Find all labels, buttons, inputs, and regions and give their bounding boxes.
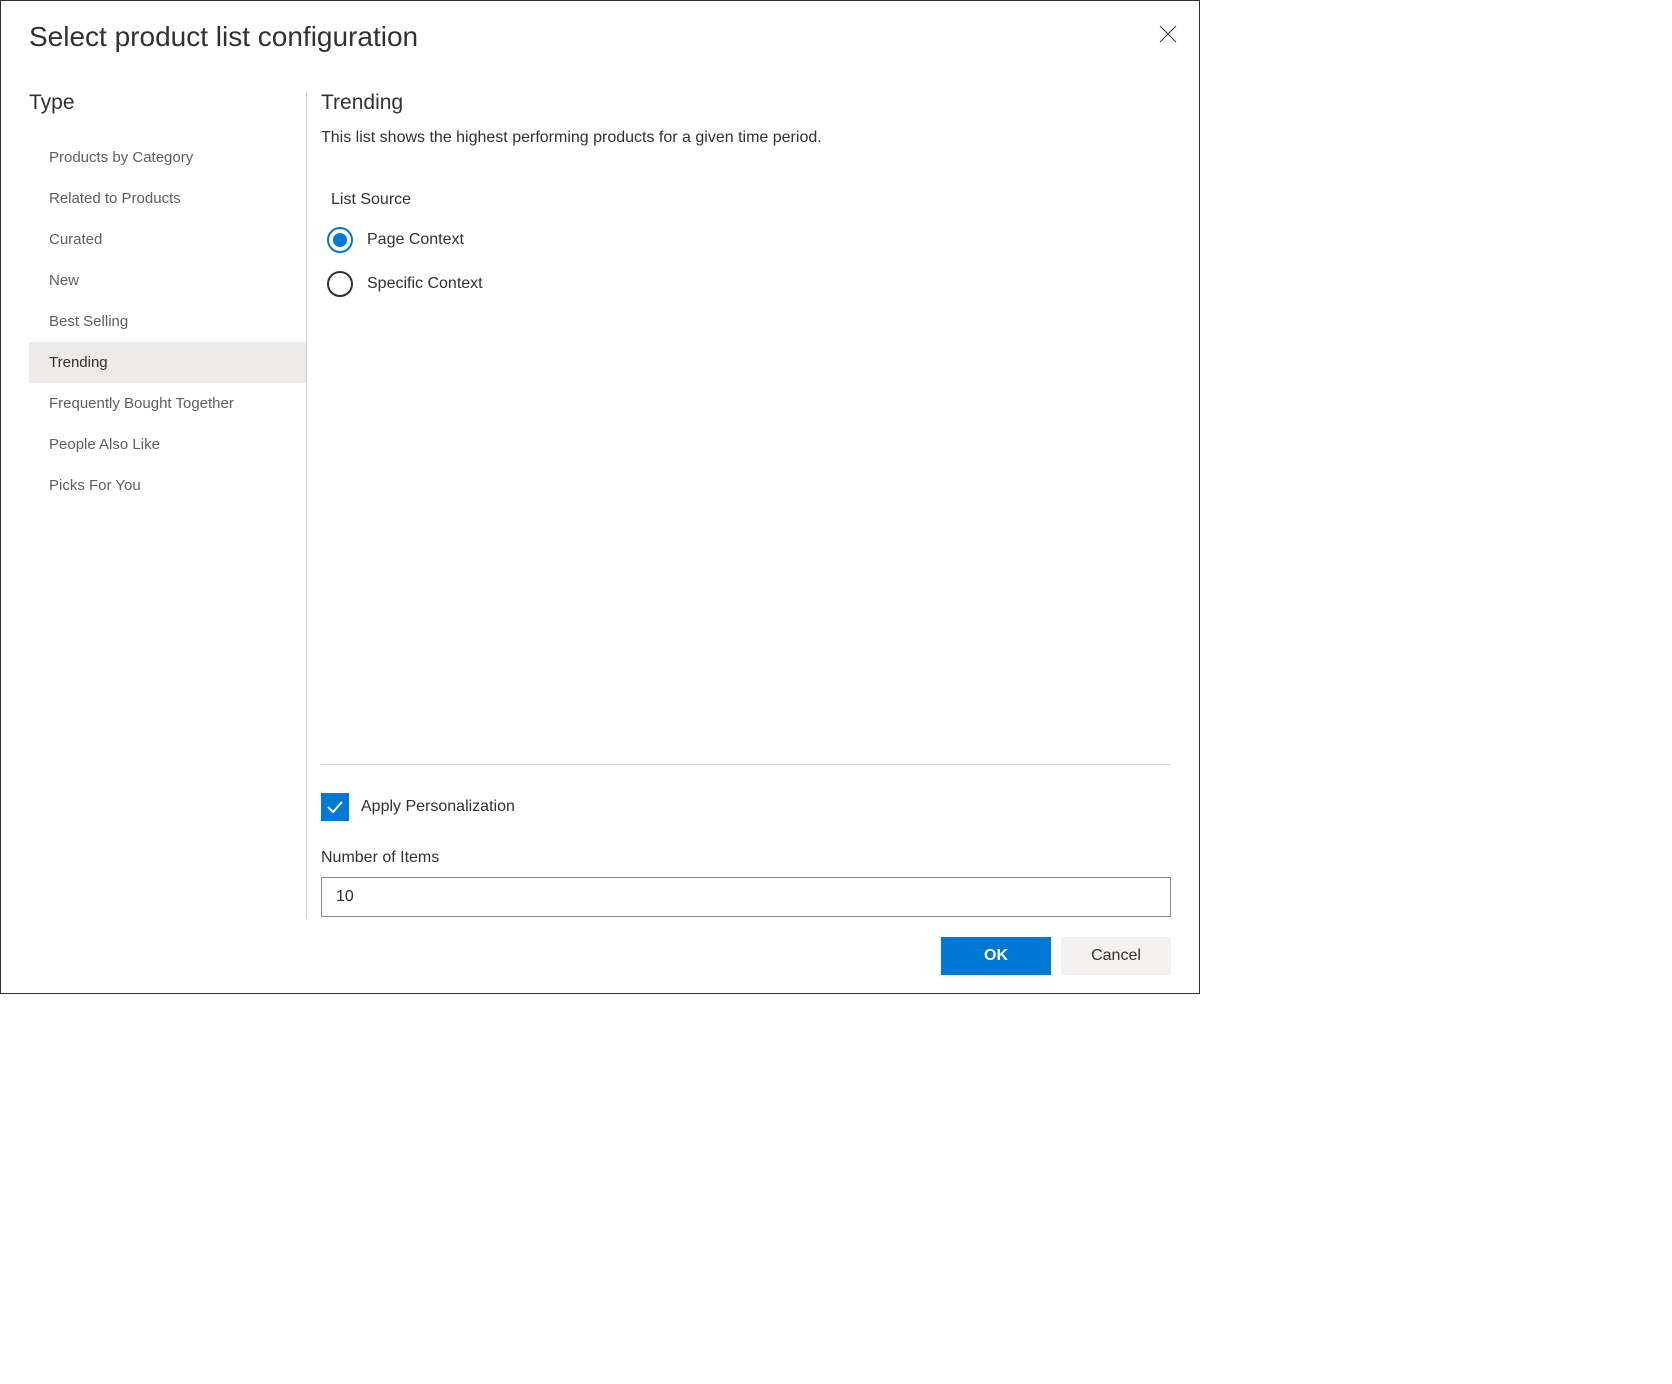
apply-personalization-row: Apply Personalization bbox=[321, 793, 1171, 821]
radio-specific-context[interactable]: Specific Context bbox=[327, 271, 1171, 297]
number-of-items-label: Number of Items bbox=[321, 849, 1171, 867]
list-source-label: List Source bbox=[331, 191, 1171, 209]
main-title: Trending bbox=[321, 91, 1171, 115]
dialog-header: Select product list configuration bbox=[1, 1, 1199, 53]
sidebar-item-related-to-products[interactable]: Related to Products bbox=[29, 178, 306, 219]
sidebar-item-curated[interactable]: Curated bbox=[29, 219, 306, 260]
cancel-button[interactable]: Cancel bbox=[1061, 937, 1171, 975]
sidebar-item-products-by-category[interactable]: Products by Category bbox=[29, 137, 306, 178]
radio-label: Specific Context bbox=[367, 275, 483, 293]
radio-dot-icon bbox=[333, 233, 347, 247]
sidebar-list: Products by Category Related to Products… bbox=[29, 137, 306, 506]
radio-icon bbox=[327, 271, 353, 297]
check-icon bbox=[326, 800, 344, 814]
radio-page-context[interactable]: Page Context bbox=[327, 227, 1171, 253]
ok-button[interactable]: OK bbox=[941, 937, 1051, 975]
dialog-select-product-list-config: Select product list configuration Type P… bbox=[0, 0, 1200, 994]
sidebar-title: Type bbox=[29, 91, 306, 115]
sidebar: Type Products by Category Related to Pro… bbox=[29, 91, 307, 919]
apply-personalization-checkbox[interactable] bbox=[321, 793, 349, 821]
number-of-items-input[interactable] bbox=[321, 877, 1171, 917]
dialog-body: Type Products by Category Related to Pro… bbox=[1, 53, 1199, 919]
close-icon bbox=[1159, 25, 1177, 43]
main-description: This list shows the highest performing p… bbox=[321, 129, 1171, 147]
dialog-title: Select product list configuration bbox=[29, 21, 418, 53]
main-panel: Trending This list shows the highest per… bbox=[307, 91, 1171, 919]
sidebar-item-picks-for-you[interactable]: Picks For You bbox=[29, 465, 306, 506]
apply-personalization-label: Apply Personalization bbox=[361, 798, 515, 816]
divider bbox=[321, 764, 1171, 765]
sidebar-item-best-selling[interactable]: Best Selling bbox=[29, 301, 306, 342]
close-button[interactable] bbox=[1155, 21, 1181, 47]
sidebar-item-frequently-bought[interactable]: Frequently Bought Together bbox=[29, 383, 306, 424]
sidebar-item-new[interactable]: New bbox=[29, 260, 306, 301]
spacer bbox=[321, 315, 1171, 764]
radio-label: Page Context bbox=[367, 231, 464, 249]
sidebar-item-trending[interactable]: Trending bbox=[29, 342, 306, 383]
sidebar-item-people-also-like[interactable]: People Also Like bbox=[29, 424, 306, 465]
dialog-footer: OK Cancel bbox=[1, 919, 1199, 993]
list-source-radio-group: Page Context Specific Context bbox=[327, 227, 1171, 315]
radio-icon bbox=[327, 227, 353, 253]
